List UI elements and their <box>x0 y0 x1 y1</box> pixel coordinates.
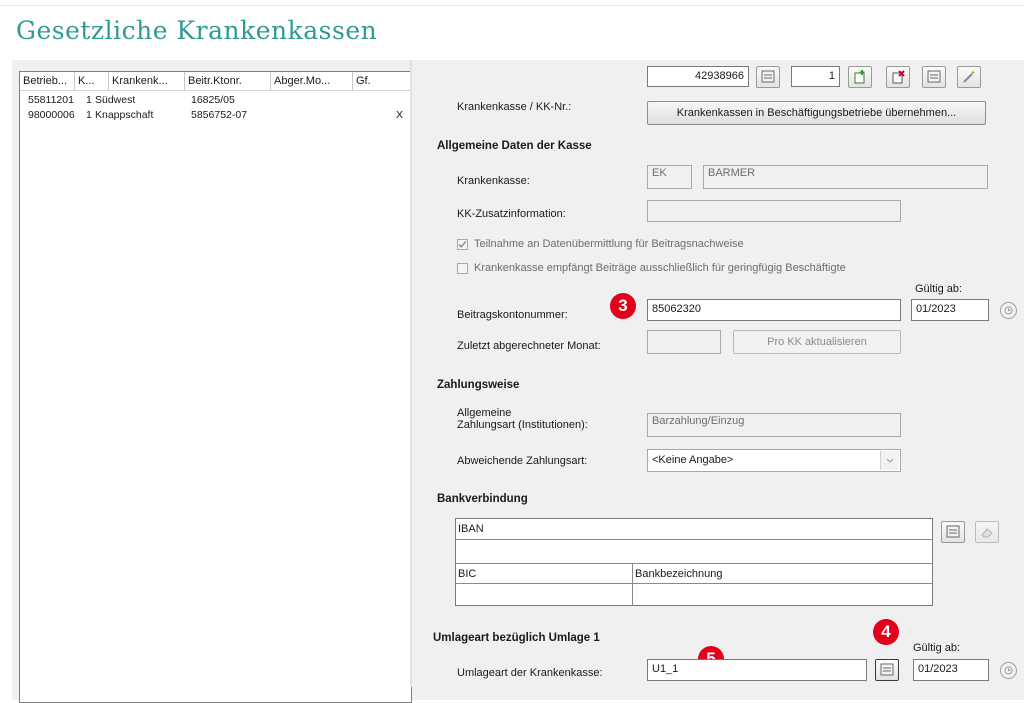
datenuebermittlung-checkbox <box>457 239 468 250</box>
delete-document-icon <box>892 70 905 84</box>
list-item[interactable]: 55811201 1 Südwest 16825/05 <box>20 93 411 108</box>
check-icon <box>458 241 467 248</box>
zusatz-label: KK-Zusatzinformation: <box>457 208 566 220</box>
umlage-gueltig-ab-label: Gültig ab: <box>913 642 961 654</box>
section-title-umlage: Umlageart bezüglich Umlage 1 <box>433 632 600 644</box>
grid-line <box>456 563 932 564</box>
beitragskonto-label: Beitragskontonummer: <box>457 309 568 321</box>
new-document-icon <box>854 70 865 84</box>
chevron-down-icon[interactable] <box>880 451 899 470</box>
letzter-monat-label: Zuletzt abgerechneter Monat: <box>457 340 601 352</box>
column-header-betrieb[interactable]: Betrieb... <box>20 72 75 90</box>
clock-icon <box>1004 306 1013 315</box>
datenuebermittlung-label: Teilnahme an Datenübermittlung für Beitr… <box>474 238 744 250</box>
clock-icon <box>1004 666 1013 675</box>
cell-kasse: Knappschaft <box>95 109 154 121</box>
geringfuegig-label: Krankenkasse empfängt Beiträge ausschlie… <box>474 262 846 274</box>
section-title-payment: Zahlungsweise <box>437 379 520 391</box>
section-title-bank: Bankverbindung <box>437 493 528 505</box>
form-icon <box>880 663 894 676</box>
page-title: Gesetzliche Krankenkassen <box>16 16 378 45</box>
wizard-button[interactable] <box>957 66 981 88</box>
umlage-gueltig-ab-field[interactable]: 01/2023 <box>913 659 989 681</box>
gueltig-ab-field[interactable]: 01/2023 <box>911 299 989 321</box>
abweichende-zahlungsart-value: <Keine Angabe> <box>652 454 734 466</box>
grid-line <box>632 563 633 605</box>
cell-k: 1 <box>86 109 92 121</box>
kasse-label: Krankenkasse: <box>457 175 530 187</box>
pro-kk-aktualisieren-button[interactable]: Pro KK aktualisieren <box>733 330 901 354</box>
list-item[interactable]: 98000006 1 Knappschaft 5856752-07 X <box>20 108 411 123</box>
allgemeine-zahlungsart-label-line2: Zahlungsart (Institutionen): <box>457 419 588 431</box>
umlageart-lookup-button[interactable] <box>875 659 899 681</box>
kk-number-label: Krankenkasse / KK-Nr.: <box>457 101 572 113</box>
abweichende-zahlungsart-label: Abweichende Zahlungsart: <box>457 455 588 467</box>
beitragskonto-field[interactable]: 85062320 <box>647 299 901 321</box>
cell-k: 1 <box>86 94 92 106</box>
bankname-label: Bankbezeichnung <box>635 568 723 580</box>
abweichende-zahlungsart-select[interactable]: <Keine Angabe> <box>647 449 901 472</box>
kasse-code-field: EK <box>647 165 692 189</box>
allgemeine-zahlungsart-field: Barzahlung/Einzug <box>647 413 901 437</box>
transfer-to-businesses-button[interactable]: Krankenkassen in Beschäftigungsbetriebe … <box>647 101 986 125</box>
eraser-icon <box>981 528 993 538</box>
grid-line <box>456 583 932 584</box>
cell-betrieb: 98000006 <box>28 109 75 121</box>
health-insurance-list[interactable]: Betrieb... K... Krankenk... Beitr.Ktonr.… <box>19 71 412 703</box>
magic-wand-icon <box>963 71 975 83</box>
cell-gf: X <box>396 109 404 121</box>
details-button[interactable] <box>922 66 946 88</box>
letzter-monat-field <box>647 330 721 354</box>
delete-record-button[interactable] <box>886 66 910 88</box>
panel-divider <box>410 60 412 687</box>
section-title-general: Allgemeine Daten der Kasse <box>437 140 592 152</box>
allgemeine-zahlungsart-label-line1: Allgemeine <box>457 407 512 419</box>
list-header: Betrieb... K... Krankenk... Beitr.Ktonr.… <box>20 72 411 91</box>
umlageart-field[interactable]: U1_1 <box>647 659 867 681</box>
bank-details-grid[interactable]: IBAN BIC Bankbezeichnung <box>455 518 933 606</box>
callout-badge-4: 4 <box>873 619 899 645</box>
column-header-beitragskonto[interactable]: Beitr.Ktonr. <box>185 72 271 90</box>
iban-label: IBAN <box>458 523 484 535</box>
bank-delete-button[interactable] <box>975 521 999 543</box>
form-icon <box>761 70 775 83</box>
new-record-button[interactable] <box>848 66 872 88</box>
form-icon <box>946 525 960 538</box>
cell-kasse: Südwest <box>95 94 136 106</box>
cell-konto: 16825/05 <box>191 94 235 106</box>
bic-label: BIC <box>458 568 477 580</box>
bank-edit-button[interactable] <box>941 521 965 543</box>
column-header-abgerechnet[interactable]: Abger.Mo... <box>271 72 353 90</box>
kk-lookup-button[interactable] <box>756 66 780 88</box>
kk-index-field[interactable]: 1 <box>791 66 840 87</box>
callout-badge-3: 3 <box>610 293 636 319</box>
allgemeine-zahlungsart-label: Allgemeine Zahlungsart (Institutionen): <box>457 407 588 431</box>
column-header-krankenkasse[interactable]: Krankenk... <box>109 72 185 90</box>
umlage-history-button[interactable] <box>1000 662 1017 679</box>
column-header-gf[interactable]: Gf. <box>353 72 411 90</box>
cell-konto: 5856752-07 <box>191 109 248 121</box>
umlageart-label: Umlageart der Krankenkasse: <box>457 667 603 679</box>
column-header-k[interactable]: K... <box>75 72 109 90</box>
cell-betrieb: 55811201 <box>28 94 74 106</box>
gueltig-ab-label: Gültig ab: <box>915 283 963 295</box>
history-button[interactable] <box>1000 302 1017 319</box>
grid-line <box>456 539 932 540</box>
kasse-name-field: BARMER <box>703 165 988 189</box>
top-rule <box>0 5 1024 6</box>
form-icon <box>927 70 941 83</box>
geringfuegig-checkbox <box>457 263 468 274</box>
zusatz-field <box>647 200 901 222</box>
kk-number-field[interactable]: 42938966 <box>647 66 749 87</box>
